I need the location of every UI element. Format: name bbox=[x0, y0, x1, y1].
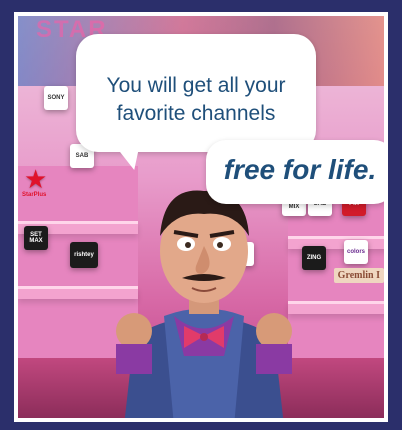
ad-frame: STAR SONY SAB ★ StarPlus SET MAX rishtey… bbox=[0, 0, 402, 430]
channel-logo-zing: ZING bbox=[302, 246, 326, 270]
channel-logo-sony: SONY bbox=[44, 86, 68, 110]
highlight-text: free for life. bbox=[223, 154, 377, 185]
highlight-bubble: free for life. bbox=[206, 140, 384, 204]
gremlin-sign: Gremlin I bbox=[333, 268, 384, 283]
character-illustration bbox=[116, 190, 292, 418]
channel-logo-max: SET MAX bbox=[24, 226, 48, 250]
channel-logo-rishtey: rishtey bbox=[70, 242, 98, 268]
ad-panel[interactable]: STAR SONY SAB ★ StarPlus SET MAX rishtey… bbox=[14, 12, 388, 422]
channel-logo-star: StarPlus bbox=[22, 192, 47, 198]
bubble-line-2: favorite channels bbox=[116, 102, 276, 125]
star-logo-icon: ★ bbox=[24, 164, 48, 194]
channel-logo-colors: colors bbox=[344, 240, 368, 264]
speech-bubble: You will get all your favorite channels bbox=[76, 34, 316, 152]
bubble-line-1: You will get all your bbox=[106, 74, 286, 97]
